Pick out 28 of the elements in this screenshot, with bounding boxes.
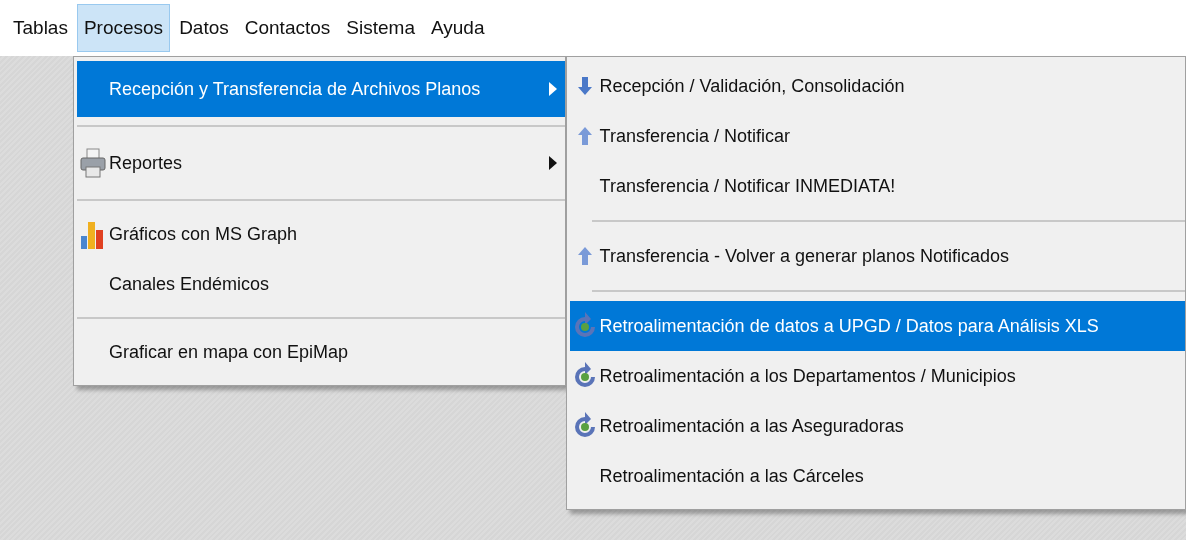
menu-item[interactable]: Retroalimentación a los Departamentos / Municipios — [569, 351, 1185, 401]
menu-bar-item[interactable]: Sistema — [339, 4, 422, 52]
menu-item[interactable]: Retroalimentación de datos a UPGD / Datos para Análisis XLS — [569, 301, 1185, 351]
menu-item[interactable]: Recepción / Validación, Consolidación — [569, 61, 1185, 111]
menu-item[interactable]: Gráficos con MS Graph — [77, 209, 565, 259]
menu-item[interactable]: Recepción y Transferencia de Archivos Planos — [77, 61, 565, 117]
menu-item[interactable]: Transferencia - Volver a generar planos Notificados — [569, 231, 1185, 281]
menu-item[interactable]: Retroalimentación a las Aseguradoras — [569, 401, 1185, 451]
refresh-icon — [572, 412, 597, 440]
printer-icon — [80, 147, 106, 179]
submenu-arrow-icon — [548, 82, 557, 96]
refresh-icon — [572, 362, 597, 390]
menu-item[interactable]: Graficar en mapa con EpiMap — [77, 327, 565, 377]
submenu-arrow-icon — [548, 156, 557, 170]
menu-bar-item[interactable]: Contactos — [237, 4, 338, 52]
menu-item[interactable]: Retroalimentación a las Cárceles — [569, 451, 1185, 501]
arrow-up-icon — [577, 126, 592, 146]
menu-bar-item[interactable]: Tablas — [6, 4, 75, 52]
menu-bar-item[interactable]: Datos — [172, 4, 236, 52]
menu-item[interactable]: Reportes — [77, 135, 565, 191]
menu-bar-item[interactable]: Procesos — [76, 4, 171, 52]
refresh-icon — [572, 312, 597, 340]
menu-item[interactable]: Canales Endémicos — [77, 259, 565, 309]
arrow-down-icon — [577, 76, 592, 96]
arrow-up-icon — [577, 246, 592, 266]
menu-item[interactable]: Transferencia / Notificar INMEDIATA! — [569, 161, 1185, 211]
menu-item[interactable]: Transferencia / Notificar — [569, 111, 1185, 161]
menu-bar-item[interactable]: Ayuda — [423, 4, 492, 52]
